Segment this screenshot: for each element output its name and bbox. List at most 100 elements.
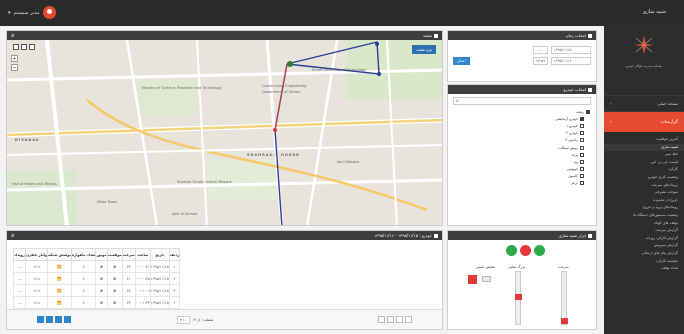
sidebar-item[interactable]: گزارش کارکرد روزانه [604,235,684,243]
table-row[interactable]: ۱ ۱۳۹۵/۱۱/۱۵ ۰۰:۰۰:۲۱ ۳۲ ✖ ✖ ۷ 📶 ۱۲.۸— [13,260,181,273]
next-page-button[interactable] [396,316,403,323]
column-header[interactable]: موقعیت [106,248,123,261]
sidebar-item-home[interactable]: ‹ صفحه اصلی [604,96,684,112]
sidebar-item[interactable]: شبیه سازی [604,143,684,152]
checkbox[interactable] [580,181,584,186]
vehicle-search-input[interactable]: ⌕ [453,97,591,105]
checkbox[interactable] [580,138,584,143]
follow-toggle[interactable] [468,275,477,284]
map-label: Milad Tower [97,200,118,204]
sidebar-item[interactable]: تعداد توقف [604,265,684,273]
simulation-panel: ابزار شبیه سازی سرعت بزرگ نمایی نمایش مس… [447,230,597,330]
page-size-select[interactable]: ▾ ۱۰ [177,316,190,324]
checkbox[interactable] [580,174,584,179]
sidebar-item[interactable]: رویدادهای سرعت [604,182,684,190]
zoom-in-button[interactable]: + [11,55,18,62]
prev-page-button[interactable] [387,316,394,323]
zoom-slider[interactable] [515,271,522,325]
table-row[interactable]: ۴ ۱۳۹۵/۱۱/۱۵ ۰۰:۰۱:۳۳ ۲۴ ✖ ✖ ۸ 📶 ۱۲.۸— [13,296,181,309]
sidebar-item[interactable]: وضعیت کاری خودرو [604,174,684,182]
engine-status-icon: ✖ [95,272,108,285]
tree-item[interactable]: تریلر [454,180,590,187]
to-time-field[interactable]: ۲۳:۵۹ [533,57,548,65]
column-header[interactable]: رویداد [13,248,26,261]
tree-item[interactable]: خودرو ۱ [454,122,590,129]
print-icon[interactable] [13,44,19,50]
to-date-field[interactable]: ۱۳۹۵/۱۱/۱۶ [551,57,591,65]
apply-button[interactable]: اعمال [453,57,470,65]
fullscreen-icon[interactable] [29,44,35,50]
tree-item[interactable]: موتور سیکلت [454,144,590,151]
sidebar-item[interactable]: توقف های کوتاه [604,220,684,228]
tree-root[interactable]: ریشه [454,108,590,115]
first-page-button[interactable] [378,316,385,323]
column-header[interactable]: ساعت [134,248,151,261]
checkbox[interactable] [580,123,584,128]
tree-item[interactable]: خودرو ۲ [454,130,590,137]
slider-handle[interactable] [515,294,522,300]
save-icon[interactable] [21,44,27,50]
sidebar-item[interactable]: رویدادهای ورود و خروج [604,204,684,212]
zoom-label: بزرگ نمایی [508,265,526,269]
sidebar-item[interactable]: گزارش سرویس [604,242,684,250]
tree-item[interactable]: ماشین ۳ [454,137,590,144]
pause-button[interactable] [506,245,517,256]
play-button[interactable] [534,245,545,256]
column-header[interactable]: ردیف [168,248,181,261]
sidebar-item[interactable]: مقایسه کارکرد [604,258,684,266]
column-header[interactable]: سرعت [121,248,136,261]
print-icon[interactable] [64,316,71,323]
checkbox[interactable] [580,131,584,136]
sidebar-item[interactable]: سوخت مصرفی [604,189,684,197]
checkbox[interactable] [580,159,584,164]
checkbox[interactable] [580,167,584,172]
sidebar-item-reports[interactable]: ‹ گزارشات [604,112,684,132]
export-excel-icon[interactable] [37,316,44,323]
table-row[interactable]: ۳ ۱۳۹۵/۱۱/۱۵ ۰۰:۰۱:۰۹ ۳۸ ✖ ✖ ۷ 📶 ۱۲.۷— [13,284,181,297]
settings-icon[interactable]: ⚙ [11,33,15,38]
checkbox[interactable] [580,116,584,121]
sidebar-item[interactable]: خروج از محدوده [604,197,684,205]
logo-icon [634,36,654,54]
column-header[interactable]: موتور [95,248,108,261]
slider-handle[interactable] [561,318,568,324]
stop-button[interactable] [520,245,531,256]
tree-item[interactable]: ون [454,158,590,165]
from-time-field[interactable]: ۰۰:۰۰ [533,46,548,54]
page-info-text: صفحه ۱ از ۱۲ [192,318,214,322]
checkbox[interactable] [580,152,584,157]
last-page-button[interactable] [405,316,412,323]
map-canvas[interactable]: + − نوع نقشه Sharif University of Techno… [7,40,442,225]
zoom-out-button[interactable]: − [11,64,18,71]
signal-icon: 📶 [47,260,72,273]
checkbox[interactable] [580,145,584,150]
column-header[interactable]: ولتاژ باطری [24,248,49,261]
sidebar-item[interactable]: گزارش سرعت [604,227,684,235]
column-header[interactable]: تعداد ماهواره [70,248,97,261]
user-menu[interactable]: ▾ مدیر سیستم [8,6,56,19]
top-bar: ▾ مدیر سیستم شبیه سازی [0,0,684,26]
sidebar-item[interactable]: خط سیر [604,151,684,159]
tree-item[interactable]: پراید [454,151,590,158]
sidebar-item[interactable]: کارکرد [604,166,684,174]
chevron-left-icon: ‹ [610,119,612,125]
checkbox[interactable] [586,109,590,114]
table-row[interactable]: ۲ ۱۳۹۵/۱۱/۱۵ ۰۰:۰۰:۴۵ ۴۱ ✖ ✖ ۸ 📶 ۱۲.۸— [13,272,181,285]
tree-item[interactable]: خودرو آزمایشی [454,115,590,122]
tree-item[interactable]: اتوبوس [454,166,590,173]
export-pdf-icon[interactable] [46,316,53,323]
column-header[interactable]: تاریخ [149,248,170,261]
settings-icon[interactable]: ⚙ [11,233,15,238]
export-csv-icon[interactable] [55,316,62,323]
sidebar-item[interactable]: گزارش پیام های ارسالی [604,250,684,258]
column-header[interactable]: پوشش شبکه [47,248,72,261]
map-label: SHAHRAK-E GHARB [247,153,300,157]
sidebar-item[interactable]: آخرین موقعیت [604,136,684,144]
records-table: ردیف تاریخ ساعت سرعت موقعیت موتور تعداد … [13,248,181,309]
sidebar-item[interactable]: لیست جی پی اس [604,159,684,167]
speed-slider[interactable] [561,271,568,325]
sidebar-item[interactable]: وضعیت سنسورهای دستگاه ها [604,212,684,220]
from-date-field[interactable]: ۱۳۹۵/۱۱/۱۵ [551,46,591,54]
map-type-button[interactable]: نوع نقشه [412,45,436,54]
tree-item[interactable]: کامیون [454,173,590,180]
